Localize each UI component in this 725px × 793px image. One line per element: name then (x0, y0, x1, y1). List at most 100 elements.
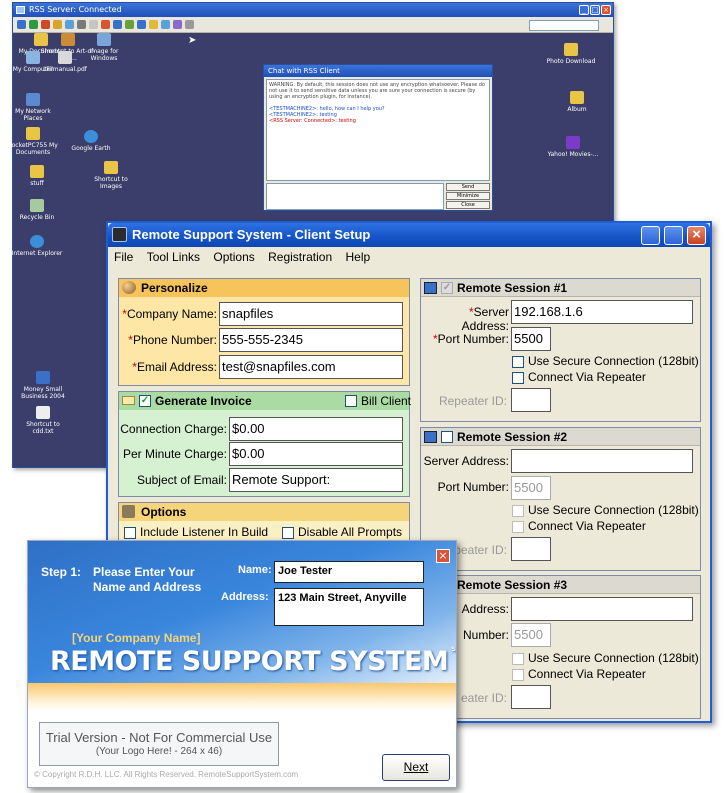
desktop-icon[interactable]: Album (549, 91, 605, 113)
wizard-name-input[interactable]: Joe Tester (274, 561, 424, 583)
generate-invoice-checkbox[interactable]: ✓ (139, 395, 151, 407)
phone-number-input[interactable]: 555-555-2345 (219, 328, 403, 352)
setup-wizard: × Step 1: Please Enter Your Name and Add… (27, 540, 457, 788)
session-3-repeater-id-input[interactable] (511, 685, 551, 709)
session-3-secure-checkbox[interactable] (512, 653, 524, 665)
toolbar-refresh-icon[interactable] (113, 20, 122, 29)
desktop-icon[interactable]: PocketPC755 My Documents (5, 127, 61, 156)
email-subject-input[interactable]: Remote Support: (229, 468, 403, 492)
maximize-icon[interactable]: □ (590, 5, 600, 15)
desktop-icon[interactable]: LFilmanual.pdf (37, 51, 93, 73)
desktop-icon[interactable]: Internet Explorer (9, 235, 65, 257)
chat-input[interactable] (266, 183, 444, 210)
company-name-input[interactable]: snapfiles (219, 302, 403, 326)
options-icon (122, 505, 135, 518)
toolbar-connect-icon[interactable] (17, 20, 26, 29)
maximize-icon[interactable] (664, 226, 683, 245)
minimize-icon[interactable]: _ (579, 5, 589, 15)
toolbar-chat-icon[interactable] (65, 20, 74, 29)
personalize-header: Personalize (119, 279, 409, 297)
menu-options[interactable]: Options (213, 250, 254, 264)
rss-toolbar (13, 17, 613, 33)
bill-client-checkbox[interactable] (345, 395, 357, 407)
email-address-label: *Email Address: (132, 360, 217, 374)
toolbar-exit-icon[interactable] (185, 20, 194, 29)
chat-minimize-button[interactable]: Minimize (446, 192, 490, 200)
session-2-secure-label: Use Secure Connection (128bit) (528, 503, 699, 517)
session-1-header: ✓ Remote Session #1 (421, 279, 700, 297)
desktop-icon[interactable]: Photo Download (543, 43, 599, 65)
personalize-panel: Personalize *Company Name: snapfiles *Ph… (118, 278, 410, 386)
wizard-accent-band (28, 683, 456, 711)
toolbar-info-icon[interactable] (173, 20, 182, 29)
next-button[interactable]: Next (382, 754, 450, 781)
wizard-brand-wordmark: REMOTE SUPPORT SYSTEMSM (50, 646, 456, 677)
chat-close-button[interactable]: Close (446, 201, 490, 209)
toolbar-record-icon[interactable] (137, 20, 146, 29)
desktop-icon[interactable]: Shortcut to Images (83, 161, 139, 190)
menu-registration[interactable]: Registration (268, 250, 332, 264)
email-address-input[interactable]: test@snapfiles.com (219, 355, 403, 379)
desktop-icon[interactable]: Google Earth (63, 130, 119, 152)
session-3-server-input[interactable] (511, 597, 693, 621)
session-2-port-input[interactable]: 5500 (511, 476, 551, 500)
per-minute-charge-input[interactable]: $0.00 (229, 442, 403, 466)
session-1-port-input[interactable]: 5500 (511, 327, 551, 351)
users-icon (122, 281, 136, 294)
session-2-server-label: Server Address: (423, 454, 509, 468)
toolbar-tools-icon[interactable] (41, 20, 50, 29)
close-icon[interactable]: × (436, 549, 450, 563)
toolbar-disconnect-icon[interactable] (29, 20, 38, 29)
session-3-port-input[interactable]: 5500 (511, 623, 551, 647)
disable-prompts-checkbox[interactable] (282, 527, 294, 539)
session-2-repeater-id-input[interactable] (511, 537, 551, 561)
folder-icon (30, 165, 44, 178)
session-1-repeater-id-input[interactable] (511, 388, 551, 412)
session-1-server-label: *Server Address: (461, 305, 509, 333)
session-1-repeater-checkbox[interactable] (512, 372, 524, 384)
menu-tool-links[interactable]: Tool Links (147, 250, 200, 264)
session-1-repeater-id-label: Repeater ID: (438, 394, 507, 408)
session-1-server-input[interactable]: 192.168.1.6 (511, 300, 693, 324)
minimize-icon[interactable] (641, 226, 660, 245)
trial-notice: Trial Version - Not For Commercial Use (45, 730, 273, 745)
connection-charge-input[interactable]: $0.00 (229, 417, 403, 441)
toolbar-file-icon[interactable] (53, 20, 62, 29)
menu-file[interactable]: File (114, 250, 133, 264)
toolbar-help-icon[interactable] (149, 20, 158, 29)
phone-number-label: *Phone Number: (128, 333, 217, 347)
setup-window-title: Remote Support System - Client Setup (132, 227, 371, 242)
session-3-repeater-checkbox[interactable] (512, 669, 524, 681)
session-1-checkbox[interactable]: ✓ (441, 282, 453, 294)
desktop-icon[interactable]: stuff (9, 165, 65, 187)
folder-icon (104, 161, 118, 174)
session-2-server-input[interactable] (511, 449, 693, 473)
wizard-copyright: © Copyright R.D.H. LLC. All Rights Reser… (34, 770, 299, 779)
session-3-repeater-label: Connect Via Repeater (528, 667, 646, 681)
close-icon[interactable]: × (687, 226, 706, 245)
wizard-step-label: Step 1: (41, 565, 82, 579)
desktop-icon[interactable]: Yahoo! Movies-... (545, 136, 601, 158)
chat-send-button[interactable]: Send (446, 183, 490, 191)
toolbar-screen-icon[interactable] (77, 20, 86, 29)
toolbar-mouse-icon[interactable] (101, 20, 110, 29)
desktop-icon[interactable]: Shortcut to cdd.txt (15, 406, 71, 435)
menu-help[interactable]: Help (345, 250, 370, 264)
invoice-panel: ✓ Generate Invoice Bill Client Connectio… (118, 391, 411, 497)
toolbar-scale-icon[interactable] (125, 20, 134, 29)
toolbar-search-input[interactable] (529, 20, 599, 31)
include-listener-label: Include Listener In Build (140, 525, 269, 539)
wizard-address-input[interactable]: 123 Main Street, Anyville (274, 588, 424, 626)
session-2-secure-checkbox[interactable] (512, 505, 524, 517)
session-2-checkbox[interactable] (441, 431, 453, 443)
desktop-icon[interactable]: Recycle Bin (9, 199, 65, 221)
toolbar-keyboard-icon[interactable] (89, 20, 98, 29)
desktop-icon[interactable]: Money Small Business 2004 (15, 371, 71, 400)
session-1-secure-checkbox[interactable] (512, 356, 524, 368)
desktop-icon[interactable]: My Network Places (5, 93, 61, 122)
include-listener-checkbox[interactable] (124, 527, 136, 539)
chat-message: <RSS Server: Connected>: testing (269, 118, 356, 124)
toolbar-options-icon[interactable] (161, 20, 170, 29)
session-2-repeater-checkbox[interactable] (512, 521, 524, 533)
close-icon[interactable]: × (601, 5, 611, 15)
